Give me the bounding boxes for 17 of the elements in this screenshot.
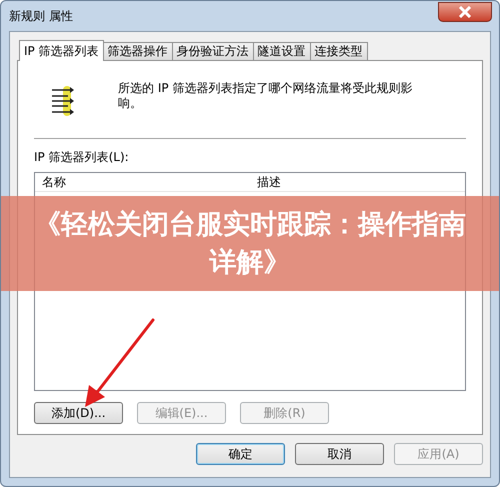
column-header[interactable]: 名称 bbox=[35, 174, 250, 190]
close-button[interactable] bbox=[438, 2, 492, 22]
filter-list-icon bbox=[50, 84, 76, 118]
tab[interactable]: 身份验证方法 bbox=[172, 42, 254, 60]
tab[interactable]: IP 筛选器列表 bbox=[19, 40, 104, 61]
close-icon bbox=[457, 6, 473, 18]
list-button[interactable]: 添加(D)... bbox=[34, 402, 123, 424]
tab[interactable]: 连接类型 bbox=[310, 42, 368, 60]
tab[interactable]: 筛选器操作 bbox=[102, 42, 173, 60]
column-header[interactable]: 描述 bbox=[250, 174, 465, 190]
tab[interactable]: 隧道设置 bbox=[252, 42, 311, 60]
description-text: 所选的 IP 筛选器列表指定了哪个网络流量将受此规则影响。 bbox=[118, 81, 414, 111]
banner-title: 《轻松关闭台服实时跟踪：操作指南详解》 bbox=[33, 208, 467, 280]
dialog-button[interactable]: 确定 bbox=[196, 443, 285, 465]
window-title: 新规则 属性 bbox=[9, 8, 73, 24]
list-label: IP 筛选器列表(L): bbox=[34, 149, 130, 166]
dialog-button[interactable]: 取消 bbox=[295, 443, 384, 465]
